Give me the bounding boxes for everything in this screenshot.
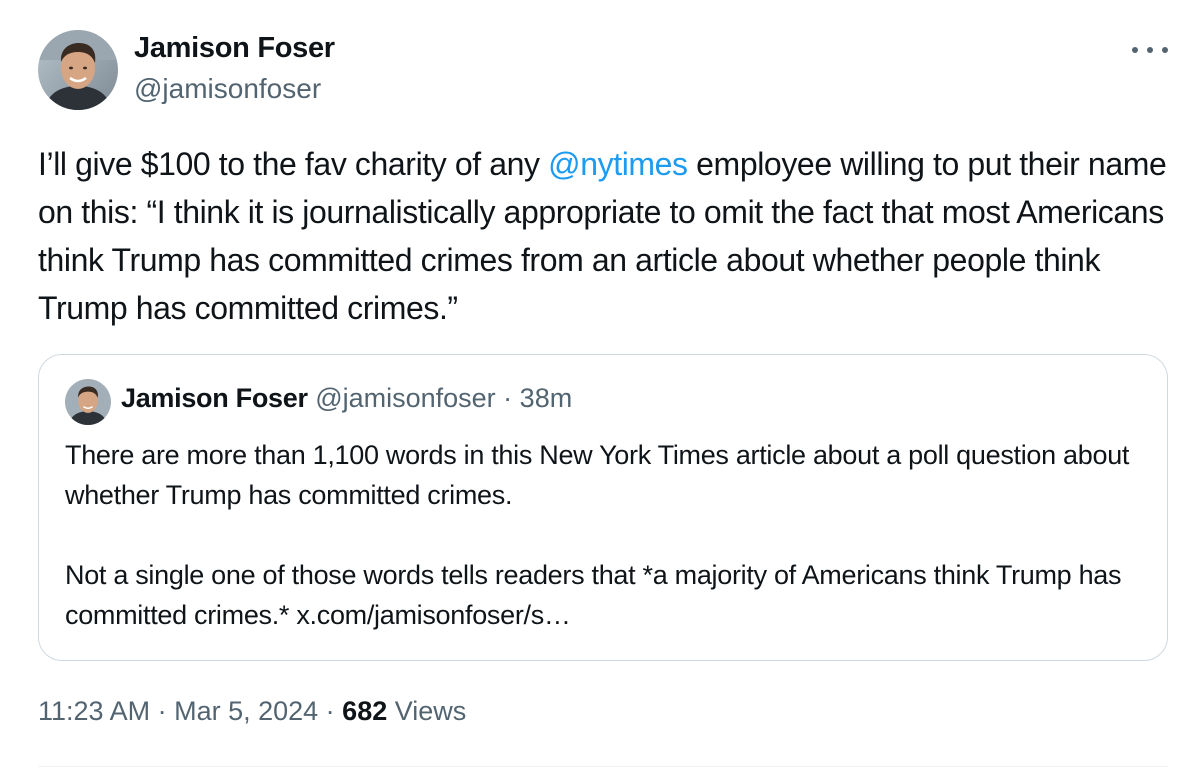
separator-dot: · (150, 696, 175, 726)
tweet-text-part: I’ll give $100 to the fav charity of any (38, 146, 549, 182)
more-horizontal-icon (1132, 47, 1138, 53)
quoted-header: Jamison Foser @jamisonfoser · 38m (121, 383, 572, 414)
separator-dot: · (495, 383, 520, 413)
author-name[interactable]: Jamison Foser (134, 32, 335, 65)
divider (38, 766, 1168, 767)
more-options-button[interactable] (1132, 38, 1168, 62)
avatar-photo (38, 30, 118, 110)
tweet-meta: 11:23 AM · Mar 5, 2024 · 682 Views (38, 696, 466, 727)
quoted-author-avatar (65, 379, 111, 425)
tweet-card: Jamison Foser @jamisonfoser I’ll give $1… (0, 0, 1204, 770)
more-horizontal-icon (1147, 47, 1153, 53)
views-label: Views (394, 696, 467, 726)
tweet-text: I’ll give $100 to the fav charity of any… (38, 140, 1168, 332)
quoted-author-name: Jamison Foser (121, 383, 308, 413)
quoted-tweet[interactable]: Jamison Foser @jamisonfoser · 38m There … (38, 354, 1168, 661)
views-count: 682 (342, 696, 388, 726)
avatar-photo (65, 379, 111, 425)
tweet-time[interactable]: 11:23 AM (38, 696, 150, 726)
mention-link[interactable]: @nytimes (548, 146, 688, 182)
author-handle[interactable]: @jamisonfoser (134, 73, 321, 105)
quoted-time: 38m (519, 383, 573, 413)
tweet-date[interactable]: Mar 5, 2024 (174, 696, 318, 726)
quoted-author-handle: @jamisonfoser (315, 383, 496, 413)
more-horizontal-icon (1162, 47, 1168, 53)
quoted-paragraph: Not a single one of those words tells re… (65, 560, 1122, 630)
quoted-text: There are more than 1,100 words in this … (65, 435, 1135, 635)
separator-dot: · (318, 696, 343, 726)
author-avatar[interactable] (38, 30, 118, 110)
quoted-paragraph: There are more than 1,100 words in this … (65, 440, 1130, 510)
